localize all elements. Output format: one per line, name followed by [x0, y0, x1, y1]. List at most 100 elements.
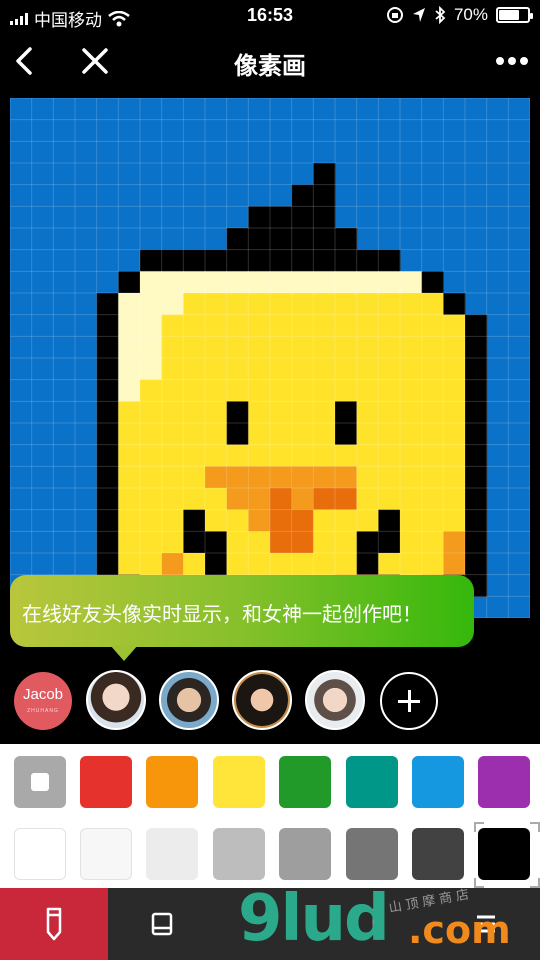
pixel[interactable] — [400, 358, 423, 381]
pixel[interactable] — [356, 444, 379, 467]
pixel[interactable] — [421, 509, 444, 532]
pixel[interactable] — [183, 553, 206, 576]
pixel[interactable] — [443, 423, 466, 446]
pixel[interactable] — [356, 553, 379, 576]
pixel[interactable] — [291, 466, 314, 489]
pixel[interactable] — [378, 401, 401, 424]
pixel[interactable] — [465, 379, 488, 402]
pixel[interactable] — [356, 293, 379, 316]
color-swatch[interactable] — [412, 828, 464, 880]
pixel[interactable] — [378, 379, 401, 402]
pixel[interactable] — [443, 336, 466, 359]
pixel[interactable] — [248, 206, 271, 229]
pixel[interactable] — [356, 379, 379, 402]
pixel[interactable] — [96, 466, 119, 489]
pixel[interactable] — [161, 249, 184, 272]
pixel[interactable] — [335, 358, 358, 381]
pixel[interactable] — [226, 444, 249, 467]
pixel[interactable] — [140, 336, 163, 359]
pixel[interactable] — [118, 379, 141, 402]
pixel[interactable] — [356, 423, 379, 446]
pixel[interactable] — [183, 444, 206, 467]
pixel[interactable] — [356, 358, 379, 381]
pixel[interactable] — [291, 184, 314, 207]
pixel[interactable] — [118, 466, 141, 489]
pixel[interactable] — [248, 314, 271, 337]
pixel-art[interactable] — [10, 98, 530, 618]
pixel[interactable] — [313, 444, 336, 467]
pixel[interactable] — [313, 206, 336, 229]
pixel[interactable] — [421, 358, 444, 381]
pixel[interactable] — [205, 488, 228, 511]
avatar-girl-2[interactable] — [232, 670, 292, 730]
pixel[interactable] — [421, 401, 444, 424]
pixel[interactable] — [96, 401, 119, 424]
pixel[interactable] — [443, 509, 466, 532]
pixel[interactable] — [183, 423, 206, 446]
pixel[interactable] — [378, 358, 401, 381]
pixel[interactable] — [465, 531, 488, 554]
pixel[interactable] — [335, 379, 358, 402]
pixel[interactable] — [140, 509, 163, 532]
pixel[interactable] — [313, 509, 336, 532]
pixel[interactable] — [291, 379, 314, 402]
pixel[interactable] — [335, 509, 358, 532]
pixel[interactable] — [161, 336, 184, 359]
pixel[interactable] — [205, 531, 228, 554]
pixel[interactable] — [313, 314, 336, 337]
pixel[interactable] — [335, 531, 358, 554]
pixel[interactable] — [465, 509, 488, 532]
pixel[interactable] — [226, 401, 249, 424]
pixel[interactable] — [205, 509, 228, 532]
pixel[interactable] — [465, 314, 488, 337]
pixel[interactable] — [270, 401, 293, 424]
pixel[interactable] — [421, 531, 444, 554]
pixel[interactable] — [378, 271, 401, 294]
pixel[interactable] — [205, 336, 228, 359]
pixel[interactable] — [465, 444, 488, 467]
color-swatch[interactable] — [146, 756, 198, 808]
pixel[interactable] — [291, 423, 314, 446]
pixel[interactable] — [96, 509, 119, 532]
pixel[interactable] — [140, 488, 163, 511]
color-swatch[interactable] — [14, 828, 66, 880]
pixel[interactable] — [356, 336, 379, 359]
pixel[interactable] — [226, 488, 249, 511]
pixel[interactable] — [248, 509, 271, 532]
pixel[interactable] — [270, 531, 293, 554]
pixel[interactable] — [400, 531, 423, 554]
pixel[interactable] — [378, 293, 401, 316]
pixel[interactable] — [356, 271, 379, 294]
pixel[interactable] — [291, 358, 314, 381]
pixel[interactable] — [226, 553, 249, 576]
pixel[interactable] — [335, 271, 358, 294]
pixel[interactable] — [313, 531, 336, 554]
pixel[interactable] — [400, 509, 423, 532]
pixel[interactable] — [291, 401, 314, 424]
pixel[interactable] — [378, 444, 401, 467]
pixel[interactable] — [270, 293, 293, 316]
pixel[interactable] — [270, 423, 293, 446]
pixel[interactable] — [270, 228, 293, 251]
pixel[interactable] — [400, 444, 423, 467]
pixel[interactable] — [443, 444, 466, 467]
pixel[interactable] — [356, 249, 379, 272]
pixel[interactable] — [378, 336, 401, 359]
pixel[interactable] — [140, 358, 163, 381]
pixel[interactable] — [248, 228, 271, 251]
pixel[interactable] — [205, 444, 228, 467]
pixel[interactable] — [270, 249, 293, 272]
pixel[interactable] — [226, 531, 249, 554]
pixel[interactable] — [205, 314, 228, 337]
pixel[interactable] — [183, 271, 206, 294]
pixel[interactable] — [421, 314, 444, 337]
pixel[interactable] — [140, 249, 163, 272]
pixel[interactable] — [313, 466, 336, 489]
pixel[interactable] — [421, 271, 444, 294]
pixel[interactable] — [96, 293, 119, 316]
pixel[interactable] — [465, 466, 488, 489]
pixel[interactable] — [96, 531, 119, 554]
pixel[interactable] — [140, 531, 163, 554]
pixel[interactable] — [161, 423, 184, 446]
pixel[interactable] — [140, 444, 163, 467]
